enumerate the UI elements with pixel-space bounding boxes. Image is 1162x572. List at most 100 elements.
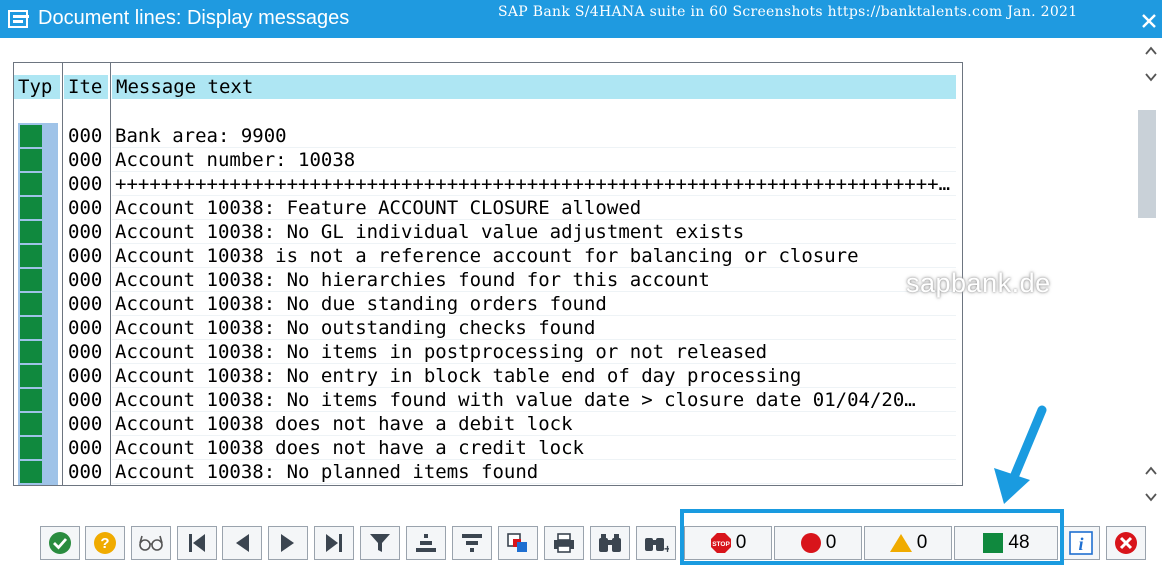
close-icon[interactable]: [1140, 12, 1158, 30]
success-light-icon: [20, 413, 42, 435]
message-text: Account 10038: No items found with value…: [115, 389, 916, 411]
table-body: 000 Bank area: 9900 000 Account number: 100…: [14, 124, 962, 484]
item-number: 000: [68, 197, 103, 219]
table-row[interactable]: 000 +++++++++++++++++++++++++++++++++++++…: [14, 172, 962, 196]
table-row[interactable]: 000 Account 10038: No hierarchies found f…: [14, 268, 962, 292]
success-light-icon: [20, 461, 42, 483]
scroll-bottom-icon[interactable]: [1144, 490, 1158, 504]
table-row[interactable]: 000 Account 10038: No due standing orders…: [14, 292, 962, 316]
info-icon: i: [1069, 531, 1093, 555]
item-number: 000: [68, 293, 103, 315]
message-text: ++++++++++++++++++++++++++++++++++++++++…: [115, 173, 957, 195]
last-page-icon: [326, 534, 342, 552]
export-icon: [507, 533, 527, 552]
table-row[interactable]: 000 Account 10038: No items in postproces…: [14, 340, 962, 364]
table-row[interactable]: 000 Account 10038: Feature ACCOUNT CLOSUR…: [14, 196, 962, 220]
find-icon: [599, 534, 621, 552]
table-row[interactable]: 000 Account 10038: No items found with va…: [14, 388, 962, 412]
column-header-message[interactable]: Message text: [112, 75, 956, 99]
success-light-icon: [20, 317, 42, 339]
cancel-icon: [1115, 532, 1137, 554]
table-row[interactable]: 000 Account 10038: No GL individual value…: [14, 220, 962, 244]
table-row[interactable]: 000 Account 10038: No planned items found: [14, 460, 962, 484]
filter-icon: [370, 534, 390, 552]
filter-button[interactable]: [360, 526, 400, 560]
item-number: 000: [68, 221, 103, 243]
success-light-icon: [20, 245, 42, 267]
message-text: Account 10038 does not have a credit loc…: [115, 437, 584, 459]
next-icon: [281, 534, 294, 552]
message-text: Account 10038: Feature ACCOUNT CLOSURE a…: [115, 197, 642, 219]
scroll-top-icon[interactable]: [1144, 44, 1158, 58]
help-button[interactable]: ?: [85, 526, 125, 560]
item-number: 000: [68, 413, 103, 435]
find-next-button[interactable]: +: [636, 526, 676, 560]
message-text: Account 10038: No entry in block table e…: [115, 365, 802, 387]
success-light-icon: [20, 221, 42, 243]
item-number: 000: [68, 365, 103, 387]
success-light-icon: [20, 389, 42, 411]
message-text: Account 10038: No outstanding checks fou…: [115, 317, 596, 339]
scroll-down-icon[interactable]: [1144, 464, 1158, 478]
item-number: 000: [68, 245, 103, 267]
sort-descending-icon: [462, 534, 482, 552]
export-button[interactable]: [498, 526, 538, 560]
credit-text: SAP Bank S/4HANA suite in 60 Screenshots…: [498, 4, 1078, 20]
cancel-button[interactable]: [1106, 526, 1146, 560]
glasses-icon: [139, 535, 163, 551]
vertical-scrollbar[interactable]: [1136, 38, 1162, 512]
sort-ascending-icon: [416, 534, 436, 552]
next-button[interactable]: [268, 526, 308, 560]
sort-ascending-button[interactable]: [406, 526, 446, 560]
table-row[interactable]: 000 Account number: 10038: [14, 148, 962, 172]
previous-button[interactable]: [222, 526, 262, 560]
table-row[interactable]: 000 Bank area: 9900: [14, 124, 962, 148]
window-menu-icon[interactable]: [8, 9, 30, 29]
table-row[interactable]: 000 Account 10038 does not have a debit l…: [14, 412, 962, 436]
item-number: 000: [68, 149, 103, 171]
table-row[interactable]: 000 Account 10038: No outstanding checks …: [14, 316, 962, 340]
find-button[interactable]: [590, 526, 630, 560]
svg-text:+: +: [664, 542, 669, 554]
item-number: 000: [68, 341, 103, 363]
success-light-icon: [20, 149, 42, 171]
column-header-type[interactable]: Typ: [14, 75, 60, 99]
scroll-up-icon[interactable]: [1144, 70, 1158, 84]
continue-button[interactable]: [40, 526, 80, 560]
print-button[interactable]: [544, 526, 584, 560]
message-table: Typ Ite Message text 000 Bank area: 9900 0…: [13, 62, 963, 486]
info-button[interactable]: i: [1062, 526, 1100, 560]
annotation-arrow-icon: [994, 405, 1047, 504]
window-title: Document lines: Display messages: [38, 7, 350, 29]
message-text: Account number: 10038: [115, 149, 356, 171]
scrollbar-thumb[interactable]: [1138, 110, 1156, 218]
message-text: Account 10038: No planned items found: [115, 461, 539, 483]
svg-text:?: ?: [100, 535, 109, 552]
previous-icon: [236, 534, 249, 552]
success-light-icon: [20, 293, 42, 315]
message-text: Account 10038: No hierarchies found for …: [115, 269, 710, 291]
details-button[interactable]: [131, 526, 171, 560]
item-number: 000: [68, 437, 103, 459]
table-row[interactable]: 000 Account 10038: No entry in block tabl…: [14, 364, 962, 388]
success-light-icon: [20, 173, 42, 195]
watermark: sapbank.de: [906, 268, 1051, 298]
check-icon: [49, 532, 71, 554]
counter-highlight-box: [680, 509, 1064, 565]
item-number: 000: [68, 389, 103, 411]
message-text: Account 10038 is not a reference account…: [115, 245, 859, 267]
column-header-item[interactable]: Ite: [64, 75, 108, 99]
success-light-icon: [20, 269, 42, 291]
message-text: Account 10038: No GL individual value ad…: [115, 221, 745, 243]
last-page-button[interactable]: [314, 526, 354, 560]
item-number: 000: [68, 317, 103, 339]
sort-descending-button[interactable]: [452, 526, 492, 560]
table-row[interactable]: 000 Account 10038 does not have a credit …: [14, 436, 962, 460]
success-light-icon: [20, 341, 42, 363]
message-text: Account 10038: No items in postprocessin…: [115, 341, 768, 363]
table-row[interactable]: 000 Account 10038 is not a reference acco…: [14, 244, 962, 268]
help-icon: ?: [94, 532, 116, 554]
first-page-button[interactable]: [177, 526, 217, 560]
row-divider: [112, 483, 956, 484]
success-light-icon: [20, 197, 42, 219]
